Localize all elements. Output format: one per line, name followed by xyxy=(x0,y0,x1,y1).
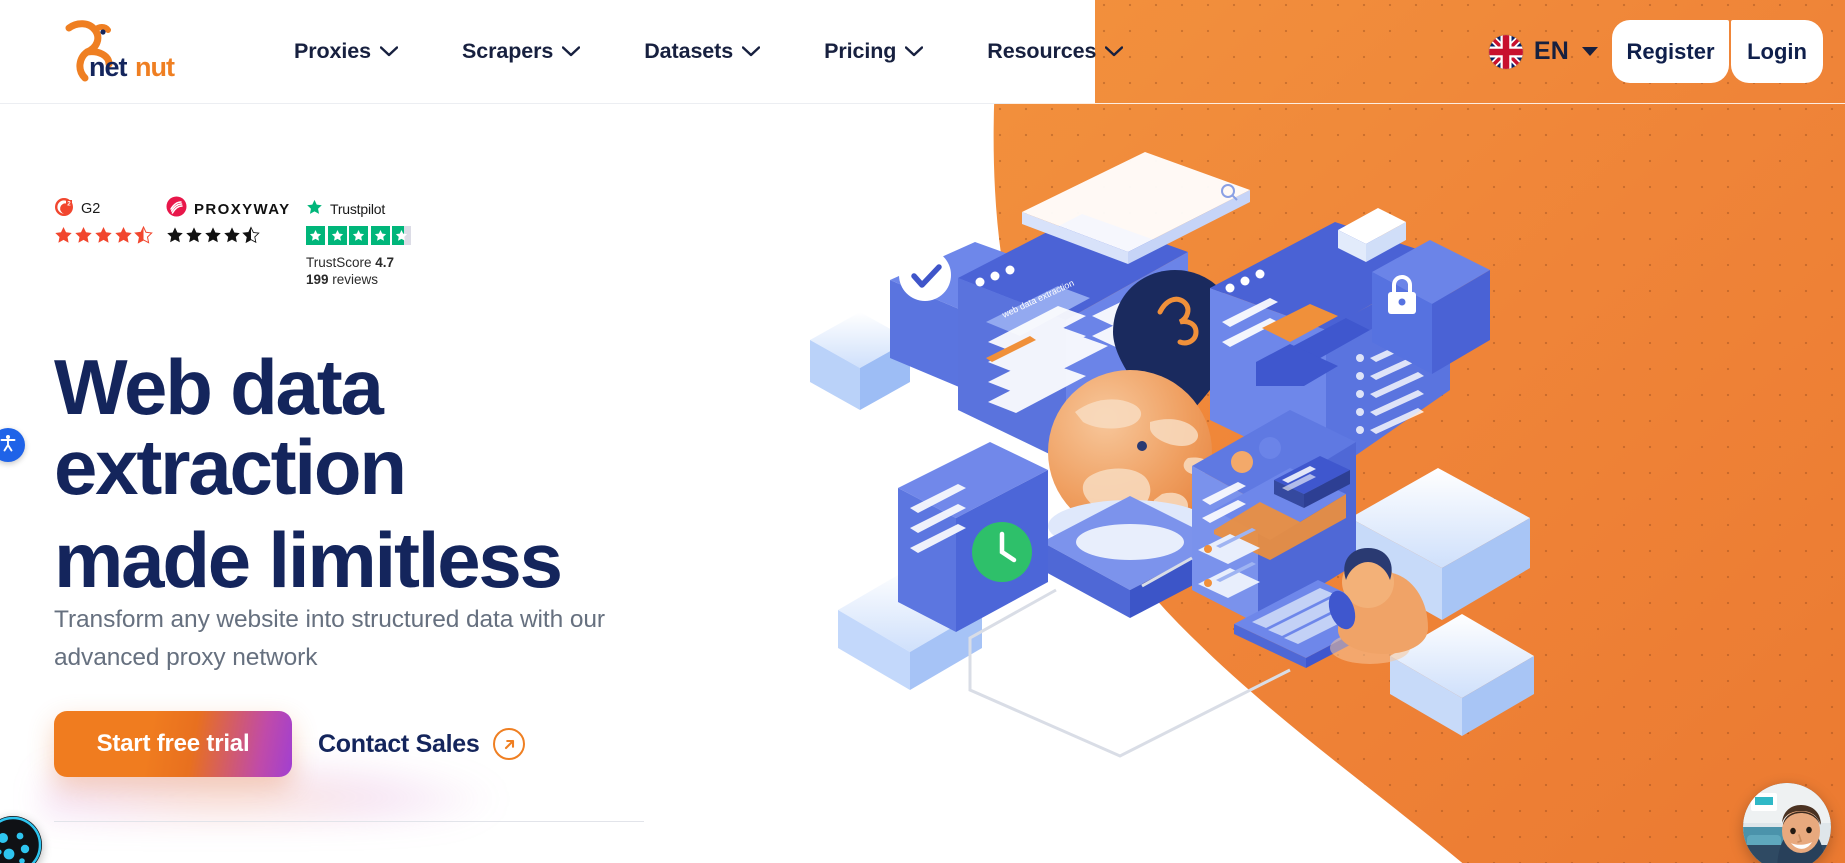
main-navigation: Proxies Scrapers Datasets Pricing Resour… xyxy=(262,0,1155,103)
svg-text:net: net xyxy=(89,52,128,82)
badge-proxyway[interactable]: PROXYWAY xyxy=(166,196,306,244)
proxyway-logo-icon xyxy=(166,196,187,222)
g2-star-rating xyxy=(54,226,166,244)
proxyway-star-rating xyxy=(166,226,306,244)
nav-item-scrapers[interactable]: Scrapers xyxy=(430,39,612,64)
language-switcher[interactable]: EN xyxy=(1488,34,1598,69)
nav-label: Pricing xyxy=(824,39,897,63)
arrow-up-right-icon xyxy=(493,728,526,760)
trust-badges: 2 G2 PROXYWAY Trustpilot TrustScore 4.7 … xyxy=(54,196,426,289)
uk-flag-icon xyxy=(1488,34,1523,69)
trustpilot-tile-half xyxy=(392,226,411,245)
badge-trustpilot[interactable]: Trustpilot TrustScore 4.7 199 reviews xyxy=(306,198,426,289)
nav-label: Proxies xyxy=(294,39,371,63)
chevron-down-icon xyxy=(562,46,581,57)
chevron-down-icon xyxy=(905,46,924,57)
g2-logo-icon: 2 xyxy=(54,197,74,222)
trustpilot-tile xyxy=(349,226,368,245)
nav-item-proxies[interactable]: Proxies xyxy=(262,39,430,64)
trustpilot-tile xyxy=(306,226,325,245)
badge-g2[interactable]: 2 G2 xyxy=(54,197,166,244)
accessibility-icon xyxy=(0,432,19,459)
netnut-logo[interactable]: net nut xyxy=(55,20,175,82)
trustpilot-star-rating xyxy=(306,226,426,245)
chevron-down-icon xyxy=(380,46,398,57)
page-title: Web data extraction made limitless xyxy=(54,347,694,605)
contact-sales-button[interactable]: Contact Sales xyxy=(318,728,526,760)
contact-sales-label: Contact Sales xyxy=(318,729,480,758)
trustscore-value: 4.7 xyxy=(375,255,395,270)
start-free-trial-button[interactable]: Start free trial xyxy=(54,711,292,777)
nav-label: Scrapers xyxy=(462,39,554,63)
header-actions: EN Register Login xyxy=(1488,0,1845,103)
trustscore-label: TrustScore xyxy=(306,255,372,270)
title-line-2: made limitless xyxy=(54,516,563,605)
hero-section: 2 G2 PROXYWAY Trustpilot TrustScore 4.7 … xyxy=(0,103,1000,863)
trustpilot-tile xyxy=(370,226,390,245)
svg-text:nut: nut xyxy=(135,52,175,82)
register-button[interactable]: Register xyxy=(1612,20,1729,83)
badge-g2-label: G2 xyxy=(81,201,101,217)
trustpilot-star-icon xyxy=(306,199,323,220)
badge-trustpilot-label: Trustpilot xyxy=(330,201,386,217)
header-divider-left xyxy=(0,103,1010,104)
nav-item-datasets[interactable]: Datasets xyxy=(612,39,792,64)
chat-avatar[interactable] xyxy=(1743,783,1831,863)
login-button[interactable]: Login xyxy=(1731,20,1823,83)
chevron-down-icon xyxy=(1105,46,1124,57)
reviews-count: 199 xyxy=(306,272,329,288)
svg-text:2: 2 xyxy=(67,200,71,207)
hero-cta-row: Start free trial Contact Sales xyxy=(54,711,526,777)
nav-item-pricing[interactable]: Pricing xyxy=(792,39,955,64)
nav-label: Resources xyxy=(987,39,1097,63)
caret-down-icon xyxy=(1582,47,1598,56)
site-header: net nut Proxies Scrapers Datasets Pricin… xyxy=(0,0,1845,104)
trustpilot-tile xyxy=(327,226,347,245)
reviews-label: reviews xyxy=(332,272,379,288)
hero-subtitle: Transform any website into structured da… xyxy=(54,606,605,672)
title-line-1: Web data extraction xyxy=(54,343,407,511)
chevron-down-icon xyxy=(742,46,761,57)
nav-item-resources[interactable]: Resources xyxy=(955,39,1155,64)
language-code: EN xyxy=(1533,37,1569,65)
hero-divider xyxy=(54,821,644,822)
nav-label: Datasets xyxy=(644,39,734,63)
badge-proxyway-label: PROXYWAY xyxy=(194,200,291,218)
trustpilot-score: TrustScore 4.7 199 reviews xyxy=(306,254,426,289)
